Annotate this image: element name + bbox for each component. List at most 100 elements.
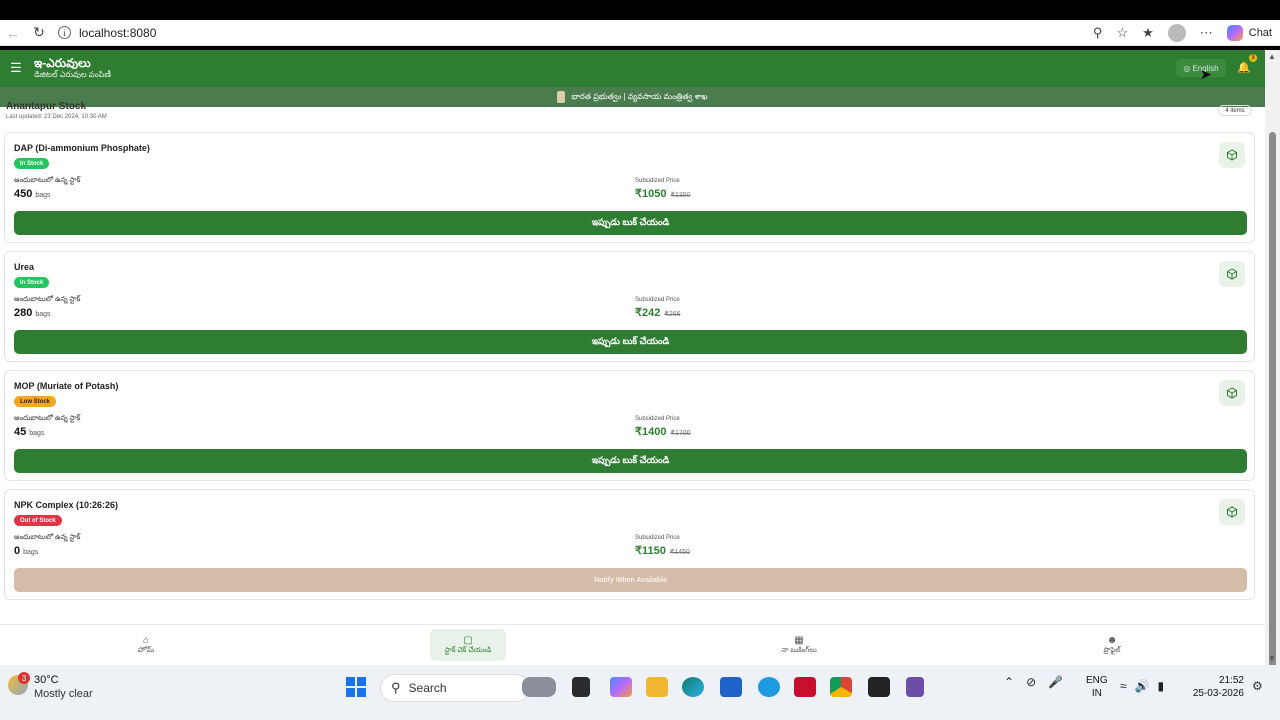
favorite-star-icon[interactable]: ☆ (1116, 25, 1128, 41)
wifi-icon[interactable]: ≈ (1120, 679, 1127, 693)
chrome-icon[interactable] (830, 677, 852, 697)
package-icon[interactable] (1219, 380, 1245, 406)
volume-icon[interactable]: 🔊 (1135, 679, 1150, 693)
stock-status-badge: Out of Stock (14, 515, 62, 526)
stock-status-badge: In Stock (14, 277, 50, 288)
notification-badge: 3 (1249, 54, 1257, 62)
nav-stock-check[interactable]: ▢ స్టాక్ చెక్ చేయండి (430, 629, 506, 661)
quantity-unit: bags (29, 430, 45, 437)
notify-button[interactable]: Notify When Available (14, 568, 1247, 592)
nav-my-bookings[interactable]: ▦ నా బుకింగ్‌లు (770, 629, 828, 661)
package-icon[interactable] (1219, 261, 1245, 287)
search-icon: ⚲ (391, 680, 401, 695)
chevron-up-icon[interactable]: ⌃ (1004, 675, 1014, 689)
temperature[interactable]: 30°C (34, 674, 59, 686)
globe-icon: ◎ (1183, 63, 1191, 73)
site-info-icon[interactable]: i (58, 26, 71, 39)
clock-time: 21:52 (1218, 675, 1244, 686)
available-stock-label: అందుబాటులో ఉన్న స్టాక్ (14, 177, 81, 184)
taskbar-search[interactable]: ⚲ Search (380, 674, 530, 702)
file-explorer-icon[interactable] (646, 677, 668, 697)
stock-quantity: 450 bags (14, 188, 51, 200)
mcafee-icon[interactable] (794, 677, 816, 697)
stock-title: Anantapur Stock (6, 101, 87, 112)
address-bar[interactable]: i localhost:8080 (58, 26, 156, 40)
lang-bottom: IN (1091, 688, 1102, 699)
snipping-tool-icon[interactable] (906, 677, 924, 697)
available-stock-label: అందుబాటులో ఉన్న స్టాక్ (14, 415, 81, 422)
battery-icon[interactable]: ▮ (1158, 679, 1165, 693)
terminal-icon[interactable] (868, 677, 890, 697)
edge-browser-icon[interactable] (682, 677, 704, 697)
network-off-icon[interactable]: ⊘ (1026, 675, 1036, 689)
notification-center-icon[interactable]: ⚙ (1252, 679, 1263, 693)
microphone-icon[interactable]: 🎤 (1048, 675, 1063, 689)
stock-quantity: 0 bags (14, 545, 38, 557)
scroll-up-icon[interactable]: ▲ (1268, 52, 1276, 61)
nav-profile[interactable]: ☻ ప్రొఫైల్ (1090, 629, 1134, 661)
copilot-chat-button[interactable]: Chat (1226, 25, 1272, 41)
available-stock-label: అందుబాటులో ఉన్న స్టాక్ (14, 296, 81, 303)
product-name: NPK Complex (10:26:26) (14, 500, 119, 510)
profile-avatar[interactable] (1167, 24, 1186, 42)
windows-start-icon[interactable] (346, 677, 366, 697)
available-stock-label: అందుబాటులో ఉన్న స్టాక్ (14, 534, 81, 541)
price-current: ₹242 (635, 307, 661, 319)
product-card: Urea In Stock అందుబాటులో ఉన్న స్టాక్ 280 bag… (4, 251, 1255, 362)
quantity-value: 0 (14, 545, 21, 557)
page-scrollbar[interactable]: ▲ ▼ (1265, 50, 1280, 692)
weather-badge: 3 (18, 672, 30, 684)
package-icon[interactable] (1219, 499, 1245, 525)
stock-quantity: 280 bags (14, 307, 51, 319)
more-icon[interactable]: ⋯ (1200, 25, 1213, 41)
price: ₹1400 ₹1700 (635, 425, 691, 438)
subsidized-price-label: Subsidized Price (635, 178, 680, 184)
user-icon: ☻ (1106, 634, 1118, 646)
book-now-button[interactable]: ఇప్పుడు బుక్ చేయండి (14, 330, 1247, 354)
subsidized-price-label: Subsidized Price (635, 416, 680, 422)
nav-home[interactable]: ⌂ హోమ్ (126, 629, 166, 661)
price-current: ₹1400 (635, 426, 667, 438)
copilot-icon (1226, 25, 1243, 41)
product-name: Urea (14, 262, 35, 272)
scrollbar-thumb[interactable] (1269, 132, 1276, 692)
quantity-value: 280 (14, 307, 33, 319)
app-viewport: ☰ ఇ-ఎరువులు డిజిటల్ ఎరువుల పంపిణీ ◎ Engl… (0, 50, 1265, 665)
scroll-down-icon[interactable]: ▼ (1268, 654, 1276, 663)
vscode-icon[interactable] (758, 677, 780, 697)
refresh-icon[interactable]: ↻ (26, 20, 52, 46)
url-text[interactable]: localhost:8080 (79, 26, 156, 40)
package-icon[interactable] (1219, 142, 1245, 168)
stock-quantity: 45 bags (14, 426, 44, 438)
quantity-value: 450 (14, 188, 33, 200)
zoom-icon[interactable]: ⚲ (1093, 25, 1103, 41)
store-icon[interactable] (720, 677, 742, 697)
menu-icon[interactable]: ☰ (10, 60, 22, 76)
browser-toolbar: ← ↻ i localhost:8080 ⚲ ☆ ★ ⋯ Chat (0, 20, 1280, 46)
lang-top: ENG (1086, 675, 1108, 686)
widget-icon[interactable] (522, 677, 556, 697)
bell-icon[interactable]: 🔔 (1237, 61, 1251, 74)
quantity-unit: bags (23, 549, 39, 556)
mouse-cursor-icon: ➤ (1200, 66, 1212, 82)
copilot-app-icon[interactable] (610, 677, 632, 697)
taskbar-clock[interactable]: 21:52 25-03-2026 (1192, 674, 1244, 700)
task-view-icon[interactable] (572, 677, 590, 697)
price: ₹1050 ₹1350 (635, 187, 691, 200)
app-subtitle: డిజిటల్ ఎరువుల పంపిణీ (34, 70, 111, 79)
ministry-banner: భారత ప్రభుత్వం | వ్యవసాయ మంత్రిత్వ శాఖ (0, 87, 1265, 107)
weather-description[interactable]: Mostly clear (34, 688, 93, 700)
app-header: ☰ ఇ-ఎరువులు డిజిటల్ ఎరువుల పంపిణీ ◎ Engl… (0, 50, 1265, 87)
quantity-value: 45 (14, 426, 27, 438)
product-card: MOP (Muriate of Potash) Low Stock అందుబాటు… (4, 370, 1255, 481)
price-original: ₹1700 (670, 430, 691, 437)
input-language[interactable]: ENG IN (1086, 674, 1108, 700)
favorites-icon[interactable]: ★ (1142, 25, 1154, 41)
product-name: DAP (Di-ammonium Phosphate) (14, 143, 150, 153)
product-card: DAP (Di-ammonium Phosphate) In Stock అందుబ… (4, 132, 1255, 243)
nav-home-label: హోమ్ (137, 646, 155, 654)
book-now-button[interactable]: ఇప్పుడు బుక్ చేయండి (14, 449, 1247, 473)
national-emblem-icon (557, 91, 566, 103)
back-icon[interactable]: ← (0, 20, 26, 46)
book-now-button[interactable]: ఇప్పుడు బుక్ చేయండి (14, 211, 1247, 235)
